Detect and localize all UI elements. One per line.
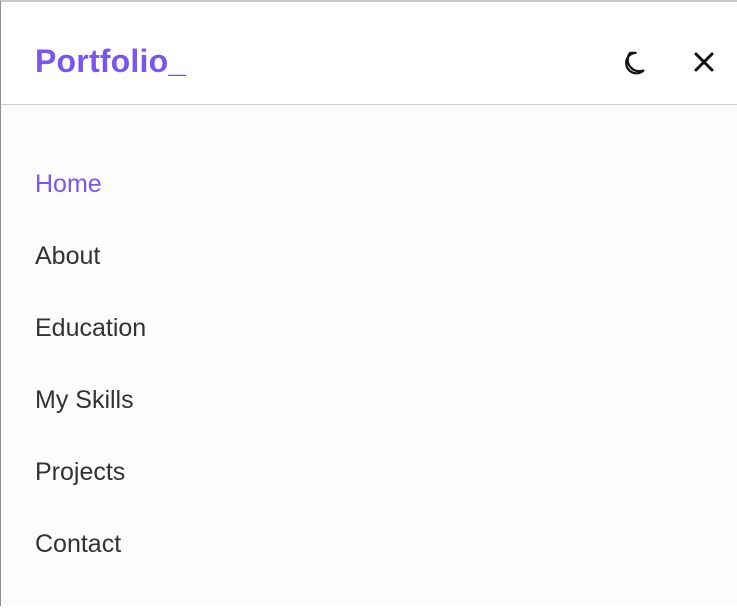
close-icon [690,48,718,76]
theme-toggle-button[interactable] [618,45,652,79]
navigation-menu: Home About Education My Skills Projects … [35,2,315,608]
menu-item-projects[interactable]: Projects [35,455,125,489]
moon-icon [620,47,650,77]
menu-item-about[interactable]: About [35,239,100,273]
menu-item-contact[interactable]: Contact [35,527,121,561]
menu-item-education[interactable]: Education [35,311,146,345]
menu-item-home[interactable]: Home [35,167,102,201]
mobile-menu-panel: Portfolio_ Home About Education My Skill… [0,0,737,606]
menu-item-my-skills[interactable]: My Skills [35,383,134,417]
close-menu-button[interactable] [687,45,721,79]
